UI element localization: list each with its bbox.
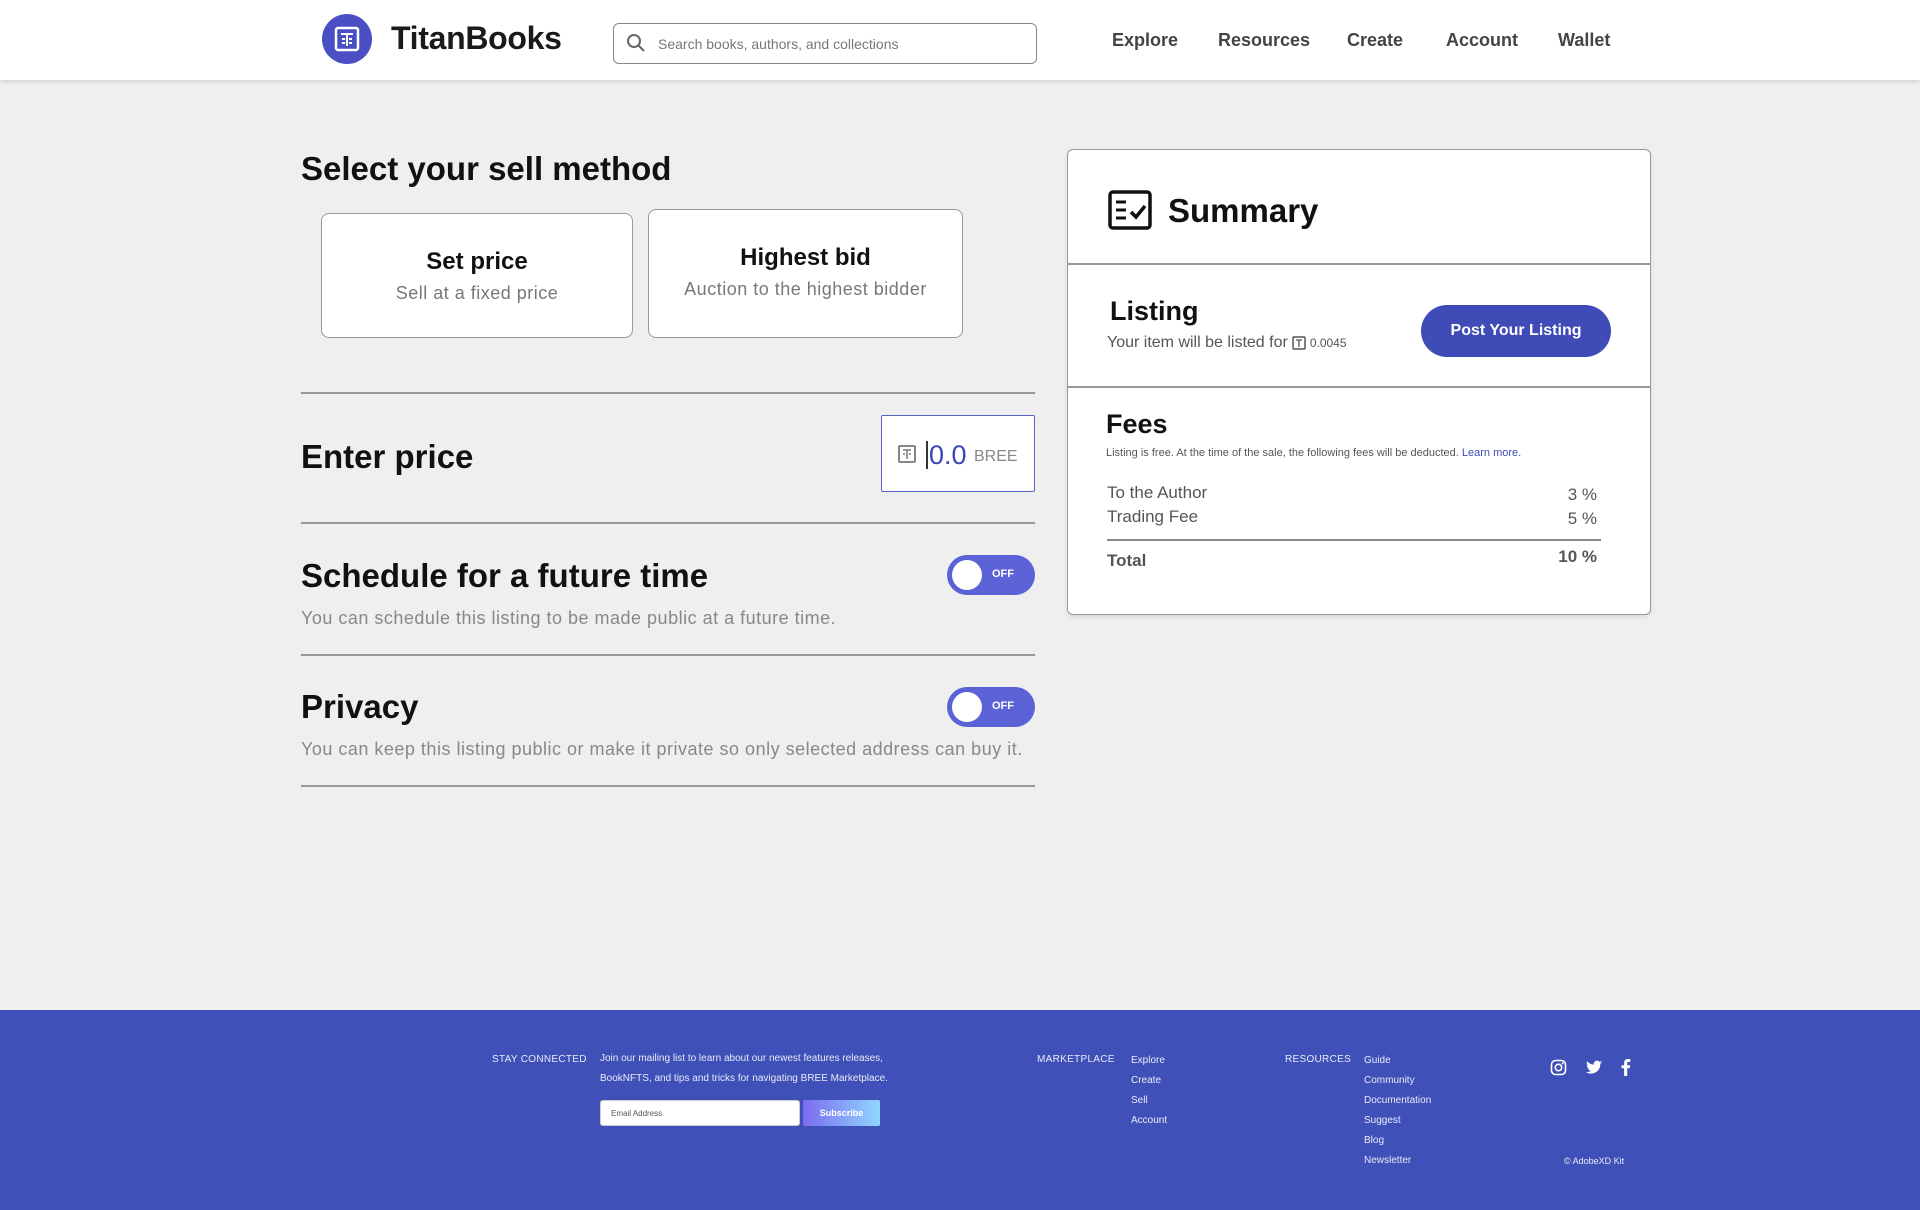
price-unit: BREE <box>974 448 1018 465</box>
toggle-knob <box>952 560 982 590</box>
top-header: TitanBooks Search books, authors, and co… <box>0 0 1920 80</box>
fee-row-author: To the Author 3 % <box>1107 483 1597 504</box>
text-caret <box>926 441 928 469</box>
divider <box>1107 539 1601 541</box>
fee-label: To the Author <box>1107 483 1208 502</box>
divider <box>1068 386 1650 388</box>
footer-link-account[interactable]: Account <box>1131 1115 1167 1126</box>
fee-label: Trading Fee <box>1107 507 1199 526</box>
total-label: Total <box>1107 551 1147 570</box>
highest-bid-option[interactable]: Highest bid Auction to the highest bidde… <box>648 209 963 338</box>
set-price-title: Set price <box>426 248 528 275</box>
search-icon <box>627 34 645 52</box>
nav-account[interactable]: Account <box>1446 30 1518 51</box>
email-field[interactable]: Email Address <box>600 1100 800 1126</box>
footer <box>0 1010 1920 1210</box>
toggle-label: OFF <box>992 568 1014 580</box>
checklist-icon <box>1108 190 1152 230</box>
marketplace-label: MARKETPLACE <box>1037 1054 1115 1065</box>
price-value[interactable]: 0.0 <box>929 440 967 471</box>
toggle-knob <box>952 692 982 722</box>
fees-note-text: Listing is free. At the time of the sale… <box>1106 447 1459 459</box>
set-price-subtitle: Sell at a fixed price <box>395 283 559 303</box>
learn-more-link[interactable]: Learn more. <box>1462 447 1521 459</box>
nav-explore[interactable]: Explore <box>1112 30 1178 51</box>
stay-connected-label: STAY CONNECTED <box>492 1054 587 1065</box>
search-bar[interactable]: Search books, authors, and collections <box>613 23 1037 64</box>
fee-value: 5 % <box>1567 509 1597 528</box>
enter-price-title: Enter price <box>301 438 474 475</box>
privacy-title: Privacy <box>301 688 419 725</box>
divider <box>301 522 1035 524</box>
highest-bid-subtitle: Auction to the highest bidder <box>684 279 927 299</box>
nav-resources[interactable]: Resources <box>1218 30 1310 51</box>
schedule-toggle[interactable]: OFF <box>947 555 1035 595</box>
listing-title: Listing <box>1110 296 1199 326</box>
footer-link-explore[interactable]: Explore <box>1131 1055 1165 1066</box>
divider <box>301 392 1035 394</box>
sell-method-title: Select your sell method <box>301 150 672 187</box>
resources-label: RESOURCES <box>1285 1054 1352 1065</box>
currency-icon <box>1292 336 1306 350</box>
nav-wallet[interactable]: Wallet <box>1558 30 1610 51</box>
newsletter-text-line1: Join our mailing list to learn about our… <box>600 1053 883 1064</box>
instagram-icon[interactable] <box>1550 1059 1567 1076</box>
currency-icon <box>898 445 916 463</box>
listing-text: Your item will be listed for <box>1107 334 1288 351</box>
privacy-toggle[interactable]: OFF <box>947 687 1035 727</box>
total-value: 10 % <box>1558 547 1597 566</box>
price-input[interactable]: 0.0 BREE <box>881 415 1035 492</box>
set-price-option[interactable]: Set price Sell at a fixed price <box>321 213 633 338</box>
schedule-subtitle: You can schedule this listing to be made… <box>301 608 837 628</box>
subscribe-button[interactable]: Subscribe <box>803 1100 880 1126</box>
listing-amount: 0.0045 <box>1309 336 1347 350</box>
fees-title: Fees <box>1106 409 1168 439</box>
divider <box>1068 263 1650 265</box>
fee-row-trading: Trading Fee 5 % <box>1107 507 1597 528</box>
divider <box>301 654 1035 656</box>
email-placeholder: Email Address <box>611 1109 663 1118</box>
footer-link-newsletter[interactable]: Newsletter <box>1364 1155 1411 1166</box>
logo-text[interactable]: TitanBooks <box>391 20 562 57</box>
newsletter-text-line2: BookNFTS, and tips and tricks for naviga… <box>600 1073 888 1084</box>
fee-total-row: Total 10 % <box>1107 547 1597 571</box>
footer-link-guide[interactable]: Guide <box>1364 1055 1391 1066</box>
footer-link-sell[interactable]: Sell <box>1131 1095 1148 1106</box>
fee-value: 3 % <box>1567 485 1597 504</box>
logo-icon[interactable] <box>322 14 372 64</box>
summary-card: Summary Listing Your item will be listed… <box>1067 149 1651 615</box>
footer-link-community[interactable]: Community <box>1364 1075 1415 1086</box>
listing-info: Your item will be listed for 0.0045 <box>1107 334 1347 352</box>
highest-bid-title: Highest bid <box>740 244 871 271</box>
footer-link-suggest[interactable]: Suggest <box>1364 1115 1401 1126</box>
footer-link-blog[interactable]: Blog <box>1364 1135 1384 1146</box>
schedule-title: Schedule for a future time <box>301 557 709 594</box>
toggle-label: OFF <box>992 700 1014 712</box>
post-listing-button[interactable]: Post Your Listing <box>1421 305 1611 357</box>
footer-link-documentation[interactable]: Documentation <box>1364 1095 1431 1106</box>
summary-title: Summary <box>1168 192 1319 229</box>
fees-note: Listing is free. At the time of the sale… <box>1106 447 1521 459</box>
privacy-subtitle: You can keep this listing public or make… <box>301 739 1023 759</box>
nav-create[interactable]: Create <box>1347 30 1403 51</box>
facebook-icon[interactable] <box>1620 1059 1631 1076</box>
twitter-icon[interactable] <box>1585 1059 1603 1076</box>
search-input[interactable]: Search books, authors, and collections <box>658 36 898 52</box>
divider <box>301 785 1035 787</box>
footer-link-create[interactable]: Create <box>1131 1075 1161 1086</box>
copyright-text: © AdobeXD Kit <box>1564 1156 1625 1166</box>
